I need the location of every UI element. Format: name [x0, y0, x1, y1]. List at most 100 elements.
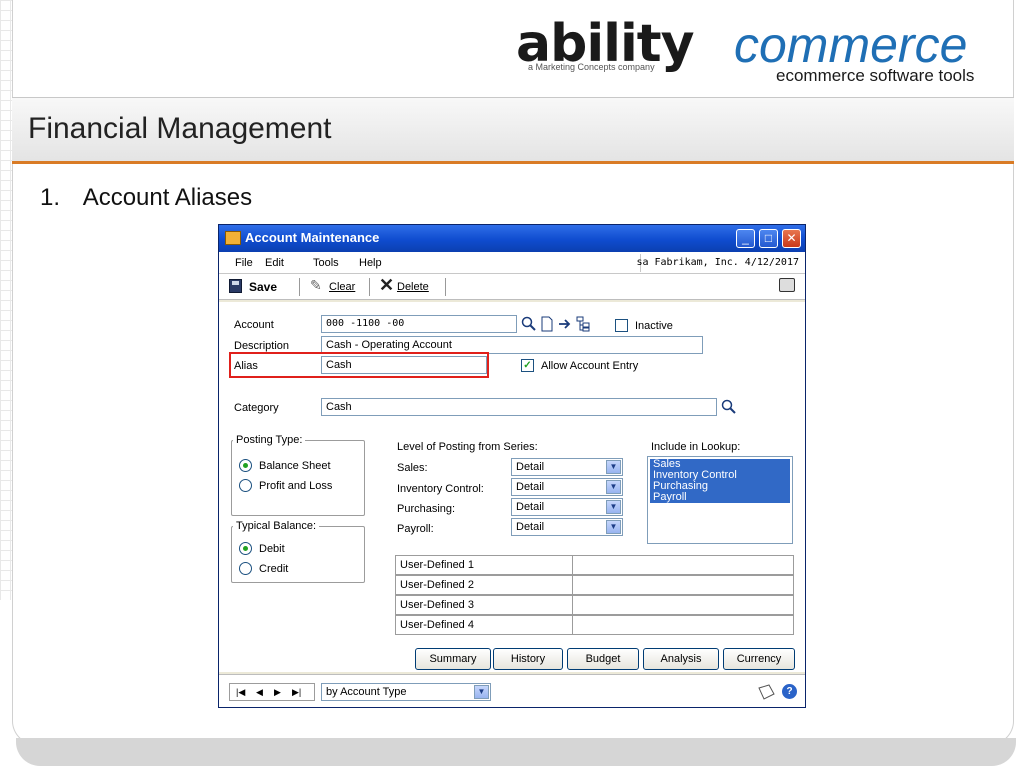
currency-button[interactable]: Currency: [723, 648, 795, 670]
slide-title: Financial Management: [28, 112, 332, 145]
user-defined-4-label-cell: User-Defined 4: [395, 615, 573, 635]
new-document-icon[interactable]: [539, 316, 555, 332]
user-defined-2-input[interactable]: [572, 575, 794, 595]
sales-posting-dropdown[interactable]: Detail ▼: [511, 458, 623, 476]
account-label: Account: [234, 319, 274, 331]
sort-order-value: by Account Type: [326, 686, 407, 698]
clear-button[interactable]: Clear: [329, 279, 355, 295]
analysis-button[interactable]: Analysis: [643, 648, 719, 670]
ability-commerce-logo: ability commerce a Marketing Concepts co…: [516, 18, 996, 88]
chevron-down-icon[interactable]: ▼: [474, 685, 489, 699]
window-title-bar[interactable]: Account Maintenance _ □ ✕: [219, 225, 805, 252]
next-record-icon[interactable]: ▶: [274, 684, 281, 700]
logo-subtitle: ecommerce software tools: [776, 66, 975, 85]
description-label: Description: [234, 340, 290, 352]
logo-commerce: commerce: [734, 17, 968, 73]
company-info: sa Fabrikam, Inc. 4/12/2017: [636, 257, 799, 268]
close-button[interactable]: ✕: [782, 229, 801, 248]
account-input[interactable]: 000 -1100 -00: [321, 315, 517, 333]
budget-button[interactable]: Budget: [567, 648, 639, 670]
previous-record-icon[interactable]: ◀: [256, 684, 263, 700]
status-bar: |◀ ◀ ▶ ▶| by Account Type ▼ ?: [219, 674, 805, 707]
toolbar-separator: [299, 278, 300, 296]
summary-button[interactable]: Summary: [415, 648, 491, 670]
alias-highlight-box: [229, 352, 489, 378]
balance-sheet-radio[interactable]: [239, 459, 252, 472]
sort-order-dropdown[interactable]: by Account Type ▼: [321, 683, 491, 701]
debit-radio[interactable]: [239, 542, 252, 555]
sales-posting-label: Sales:: [397, 462, 428, 474]
allow-account-entry-label: Allow Account Entry: [541, 360, 639, 372]
allow-account-entry-checkbox[interactable]: ✓: [521, 359, 534, 372]
credit-label: Credit: [259, 563, 289, 575]
arrow-right-icon[interactable]: [557, 316, 573, 332]
menu-tools[interactable]: Tools: [313, 257, 339, 269]
hierarchy-icon[interactable]: [575, 316, 591, 332]
logo-tagline: a Marketing Concepts company: [528, 62, 655, 72]
category-input[interactable]: Cash: [321, 398, 717, 416]
user-defined-1-label-cell: User-Defined 1: [395, 555, 573, 575]
slide-footer-band: [16, 738, 1016, 766]
help-icon[interactable]: ?: [782, 684, 797, 699]
include-lookup-title: Include in Lookup:: [651, 441, 741, 453]
user-defined-1-input[interactable]: [572, 555, 794, 575]
purchasing-posting-label: Purchasing:: [397, 503, 456, 515]
inactive-checkbox[interactable]: [615, 319, 628, 332]
toolbar-separator: [369, 278, 370, 296]
credit-radio[interactable]: [239, 562, 252, 575]
posting-type-group: [231, 440, 365, 516]
menu-help[interactable]: Help: [359, 257, 382, 269]
balance-sheet-label: Balance Sheet: [259, 460, 331, 472]
delete-icon[interactable]: ✕: [379, 275, 394, 296]
payroll-posting-dropdown[interactable]: Detail ▼: [511, 518, 623, 536]
typical-balance-title: Typical Balance:: [233, 520, 320, 532]
category-lookup-icon[interactable]: [721, 399, 737, 415]
profit-loss-radio[interactable]: [239, 479, 252, 492]
eraser-icon[interactable]: ✎: [310, 277, 322, 294]
record-navigation: |◀ ◀ ▶ ▶|: [229, 683, 315, 701]
toolbar: Save ✎ Clear ✕ Delete: [219, 274, 805, 300]
save-button[interactable]: Save: [249, 279, 277, 295]
user-defined-4-input[interactable]: [572, 615, 794, 635]
menu-bar: File Edit Tools Help sa Fabrikam, Inc. 4…: [219, 252, 805, 274]
typical-balance-group: [231, 526, 365, 583]
inventory-posting-value: Detail: [516, 481, 545, 493]
user-defined-4-label: User-Defined 4: [400, 619, 474, 631]
delete-button[interactable]: Delete: [397, 279, 429, 295]
user-defined-3-label: User-Defined 3: [400, 599, 474, 611]
history-button[interactable]: History: [493, 648, 563, 670]
chevron-down-icon[interactable]: ▼: [606, 480, 621, 494]
last-record-icon[interactable]: ▶|: [292, 684, 301, 700]
chevron-down-icon[interactable]: ▼: [606, 460, 621, 474]
include-lookup-list[interactable]: Sales Inventory Control Purchasing Payro…: [647, 456, 793, 544]
payroll-posting-value: Detail: [516, 521, 545, 533]
menu-edit[interactable]: Edit: [265, 257, 284, 269]
sales-posting-value: Detail: [516, 461, 545, 473]
user-defined-2-label-cell: User-Defined 2: [395, 575, 573, 595]
purchasing-posting-dropdown[interactable]: Detail ▼: [511, 498, 623, 516]
bullet-item: 1. Account Aliases: [40, 184, 252, 212]
lookup-item-payroll[interactable]: Payroll: [650, 492, 790, 503]
profit-loss-label: Profit and Loss: [259, 480, 333, 492]
level-of-posting-title: Level of Posting from Series:: [397, 441, 538, 453]
slide-title-bar: Financial Management: [12, 97, 1014, 164]
account-maintenance-window: Account Maintenance _ □ ✕ File Edit Tool…: [218, 224, 806, 708]
printer-icon[interactable]: [779, 278, 795, 292]
first-record-icon[interactable]: |◀: [236, 684, 245, 700]
save-icon[interactable]: [229, 279, 242, 293]
maximize-button[interactable]: □: [759, 229, 778, 248]
chevron-down-icon[interactable]: ▼: [606, 500, 621, 514]
minimize-button[interactable]: _: [736, 229, 755, 248]
inventory-posting-dropdown[interactable]: Detail ▼: [511, 478, 623, 496]
chevron-down-icon[interactable]: ▼: [606, 520, 621, 534]
lookup-icon[interactable]: [521, 316, 537, 332]
bullet-number: 1.: [40, 184, 61, 211]
note-icon[interactable]: [757, 684, 775, 700]
menu-file[interactable]: File: [235, 257, 253, 269]
category-label: Category: [234, 402, 279, 414]
toolbar-separator: [445, 278, 446, 296]
user-defined-3-input[interactable]: [572, 595, 794, 615]
window-body: Account 000 -1100 -00 Inactive Descripti…: [219, 302, 805, 672]
app-icon: [225, 231, 241, 245]
posting-type-title: Posting Type:: [233, 434, 306, 446]
